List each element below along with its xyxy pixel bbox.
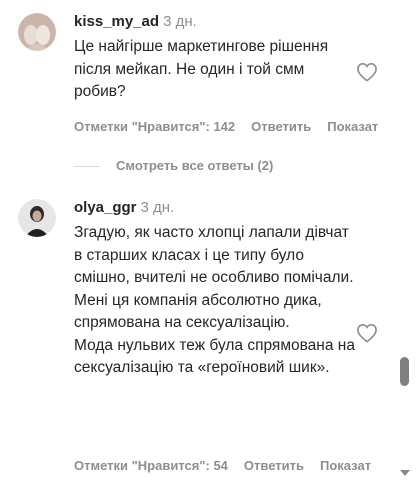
username-link[interactable]: kiss_my_ad <box>74 13 159 30</box>
comment-time: 3 дн. <box>140 199 175 216</box>
like-button[interactable] <box>356 62 378 82</box>
scrollbar-track[interactable] <box>402 0 418 485</box>
heart-icon <box>357 62 377 82</box>
comment-paragraph: Мені ця компанія абсолютно дика, спрямов… <box>74 291 322 332</box>
show-translation-button[interactable]: Показат <box>320 458 371 473</box>
comment-paragraph: Згадую, як часто хлопці лапали дівчат в … <box>74 224 354 286</box>
heart-icon <box>357 323 377 343</box>
comment-text: Це найгірше маркетингове рішення після м… <box>74 36 359 104</box>
comment-text: Згадую, як часто хлопці лапали дівчат в … <box>74 222 359 380</box>
comment-actions: Отметки "Нравится": 54 Ответить Показат <box>74 458 387 473</box>
comment-actions: Отметки "Нравится": 142 Ответить Показат <box>74 119 394 134</box>
comment-paragraph: Мода нульвих теж була спрямована на секс… <box>74 336 355 377</box>
comment-time: 3 дн. <box>163 13 197 30</box>
comment-header: olya_ggr 3 дн. <box>74 199 174 217</box>
scrollbar-thumb[interactable] <box>400 357 409 386</box>
comment-header: kiss_my_ad 3 дн. <box>74 13 197 31</box>
avatar[interactable] <box>18 199 56 237</box>
username-link[interactable]: olya_ggr <box>74 199 137 216</box>
likes-count-link[interactable]: Отметки "Нравится": 54 <box>74 458 228 473</box>
reply-button[interactable]: Ответить <box>244 458 304 473</box>
likes-count-link[interactable]: Отметки "Нравится": 142 <box>74 119 235 134</box>
view-replies-button[interactable]: Смотреть все ответы (2) <box>74 158 273 173</box>
show-translation-button[interactable]: Показат <box>327 119 378 134</box>
view-replies-label: Смотреть все ответы (2) <box>116 158 274 173</box>
avatar[interactable] <box>18 13 56 51</box>
replies-divider-line <box>74 166 100 168</box>
reply-button[interactable]: Ответить <box>251 119 311 134</box>
comment-paragraph: Це найгірше маркетингове рішення після м… <box>74 38 329 100</box>
chevron-down-icon[interactable] <box>400 470 410 476</box>
like-button[interactable] <box>356 323 378 343</box>
